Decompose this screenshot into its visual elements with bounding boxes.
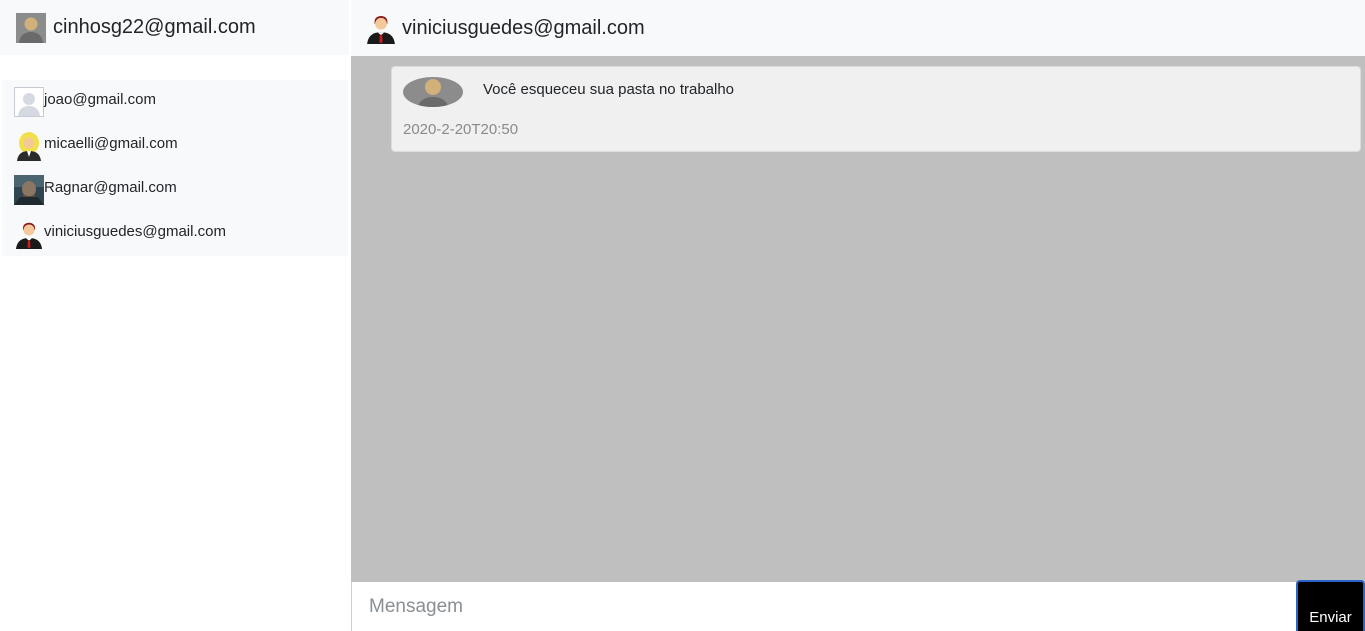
message-composer: Enviar bbox=[351, 580, 1365, 631]
contact-email: Ragnar@gmail.com bbox=[44, 179, 177, 196]
contact-email: viniciusguedes@gmail.com bbox=[44, 223, 226, 240]
chat-contact-email: viniciusguedes@gmail.com bbox=[402, 17, 645, 39]
current-user-email: cinhosg22@gmail.com bbox=[53, 16, 256, 38]
businessman-avatar-icon bbox=[14, 219, 44, 249]
businessman-avatar-icon bbox=[365, 12, 397, 44]
default-user-avatar-icon bbox=[14, 87, 44, 117]
message-text: Você esqueceu sua pasta no trabalho bbox=[483, 81, 735, 98]
message-timestamp: 2020-2-20T20:50 bbox=[403, 121, 519, 138]
contact-item-viniciusguedes[interactable]: viniciusguedes@gmail.com bbox=[2, 212, 348, 256]
current-user-header: cinhosg22@gmail.com bbox=[0, 0, 349, 55]
chat-header: viniciusguedes@gmail.com bbox=[351, 0, 1365, 56]
photo-avatar-icon bbox=[14, 175, 44, 205]
contact-item-micaelli[interactable]: micaelli@gmail.com bbox=[2, 124, 348, 168]
contact-email: micaelli@gmail.com bbox=[44, 135, 178, 152]
conversation-sidebar: cinhosg22@gmail.com joao@gmail.com micae… bbox=[0, 0, 349, 631]
message-input[interactable] bbox=[351, 582, 1295, 631]
contact-item-ragnar[interactable]: Ragnar@gmail.com bbox=[2, 168, 348, 212]
contact-item-joao[interactable]: joao@gmail.com bbox=[2, 80, 348, 124]
blonde-woman-avatar-icon bbox=[14, 131, 44, 161]
gray-person-avatar-icon bbox=[403, 77, 463, 107]
contact-email: joao@gmail.com bbox=[44, 91, 156, 108]
gray-person-avatar-icon bbox=[16, 13, 46, 43]
send-button[interactable]: Enviar bbox=[1296, 580, 1365, 631]
contact-list: joao@gmail.com micaelli@gmail.com Ragnar… bbox=[2, 80, 348, 256]
chat-panel: viniciusguedes@gmail.com Você esqueceu s… bbox=[351, 0, 1365, 631]
message-area[interactable]: Você esqueceu sua pasta no trabalho 2020… bbox=[351, 56, 1365, 582]
message-item: Você esqueceu sua pasta no trabalho 2020… bbox=[391, 66, 1361, 152]
